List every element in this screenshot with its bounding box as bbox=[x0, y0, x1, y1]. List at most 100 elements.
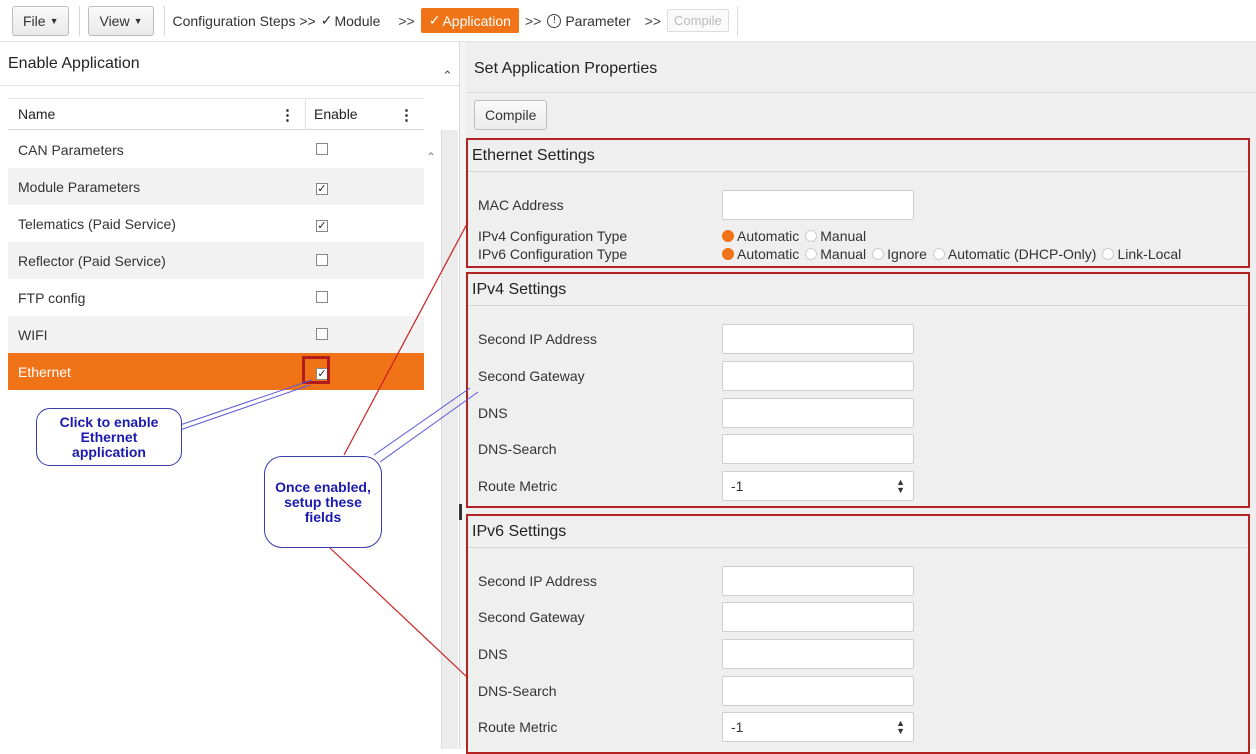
callout-text: fields bbox=[304, 508, 342, 525]
toolbar-divider bbox=[736, 5, 738, 36]
field-label: Second IP Address bbox=[478, 331, 597, 347]
row-name: CAN Parameters bbox=[18, 141, 124, 158]
row-name: Ethernet bbox=[18, 363, 71, 380]
collapse-icon[interactable]: ⌃ bbox=[442, 68, 453, 84]
radio-selected-icon bbox=[722, 248, 734, 260]
grid-body: CAN Parameters Module Parameters ✓ Telem… bbox=[8, 131, 424, 390]
toolbar-divider bbox=[79, 5, 81, 36]
field-label: DNS-Search bbox=[478, 683, 557, 699]
table-row-selected[interactable]: Ethernet ✓ bbox=[8, 353, 424, 390]
dns-input[interactable] bbox=[722, 639, 914, 669]
enable-checkbox[interactable] bbox=[316, 142, 328, 155]
enable-checkbox[interactable] bbox=[316, 253, 328, 266]
radio-option[interactable]: Automatic bbox=[722, 246, 799, 262]
table-row[interactable]: FTP config bbox=[8, 279, 424, 316]
divider bbox=[466, 92, 1256, 93]
form-row: Second IP Address bbox=[478, 566, 914, 596]
table-row[interactable]: Reflector (Paid Service) bbox=[8, 242, 424, 279]
toolbar: File ▼ View ▼ Configuration Steps >> ✓ M… bbox=[0, 0, 1256, 42]
scroll-up-icon[interactable]: ⌃ bbox=[426, 150, 436, 164]
form-row: Route Metric -1 ▲ ▼ bbox=[478, 712, 914, 742]
field-label: Route Metric bbox=[478, 478, 558, 494]
callout-text: Ethernet bbox=[80, 428, 138, 445]
column-header-label: Name bbox=[18, 106, 56, 122]
radio-option[interactable]: Manual bbox=[805, 228, 866, 244]
column-menu-icon[interactable]: ⋮ bbox=[399, 106, 414, 124]
splitter-grip[interactable] bbox=[459, 504, 462, 520]
mac-address-input[interactable] bbox=[722, 190, 914, 220]
step-application[interactable]: ✓ Application bbox=[420, 8, 519, 33]
radio-label: Automatic bbox=[737, 228, 800, 244]
table-row[interactable]: CAN Parameters bbox=[8, 131, 424, 168]
field-label: IPv6 Configuration Type bbox=[478, 246, 628, 262]
stepper-value: -1 bbox=[731, 478, 744, 494]
step-compile: Compile bbox=[667, 9, 729, 32]
radio-label: Manual bbox=[820, 228, 867, 244]
configuration-steps: Configuration Steps >> ✓ Module >> ✓ App… bbox=[173, 5, 746, 36]
route-metric-stepper[interactable]: -1 ▲ ▼ bbox=[722, 471, 914, 501]
field-label: DNS bbox=[478, 405, 508, 421]
callout-text: Click to enable bbox=[59, 413, 159, 430]
column-header-name[interactable]: Name ⋮ bbox=[8, 99, 306, 129]
second-ip-input[interactable] bbox=[722, 566, 914, 596]
table-row[interactable]: WIFI bbox=[8, 316, 424, 353]
radio-option[interactable]: Automatic (DHCP-Only) bbox=[932, 246, 1096, 262]
radio-icon bbox=[932, 248, 945, 260]
dns-input[interactable] bbox=[722, 398, 914, 428]
column-menu-icon[interactable]: ⋮ bbox=[280, 106, 295, 124]
second-ip-input[interactable] bbox=[722, 324, 914, 354]
second-gateway-input[interactable] bbox=[722, 602, 914, 632]
enable-checkbox[interactable]: ✓ bbox=[316, 219, 328, 232]
form-row: Second Gateway bbox=[478, 602, 914, 632]
warning-icon: ! bbox=[547, 13, 562, 28]
step-module[interactable]: ✓ Module bbox=[321, 12, 381, 29]
checkmark-icon: ✓ bbox=[320, 12, 333, 28]
form-row: DNS bbox=[478, 639, 914, 669]
file-menu-button[interactable]: File ▼ bbox=[12, 5, 70, 36]
row-name: Telematics (Paid Service) bbox=[18, 215, 176, 232]
caret-down-icon: ▼ bbox=[133, 15, 143, 26]
step-separator: >> bbox=[524, 12, 542, 29]
stepper-arrows-icon[interactable]: ▲ ▼ bbox=[896, 478, 905, 495]
radio-option[interactable]: Ignore bbox=[872, 246, 927, 262]
dns-search-input[interactable] bbox=[722, 434, 914, 464]
table-row[interactable]: Telematics (Paid Service) ✓ bbox=[8, 205, 424, 242]
callout-text: application bbox=[72, 443, 146, 460]
dns-search-input[interactable] bbox=[722, 676, 914, 706]
ipv6-settings-section: IPv6 Settings Second IP Address Second G… bbox=[466, 514, 1250, 754]
vertical-scrollbar[interactable] bbox=[441, 130, 458, 749]
enable-checkbox[interactable]: ✓ bbox=[316, 182, 328, 195]
step-parameter[interactable]: ! Parameter bbox=[547, 12, 631, 29]
radio-option[interactable]: Manual bbox=[805, 246, 866, 262]
radio-option[interactable]: Link-Local bbox=[1102, 246, 1181, 262]
field-label: Second Gateway bbox=[478, 609, 585, 625]
panel-title: Set Application Properties bbox=[474, 60, 658, 77]
step-parameter-label: Parameter bbox=[565, 12, 631, 29]
radio-label: Link-Local bbox=[1117, 246, 1182, 262]
table-row[interactable]: Module Parameters ✓ bbox=[8, 168, 424, 205]
enable-application-panel: Enable Application ⌃ Name ⋮ Enable ⋮ CAN… bbox=[0, 42, 460, 749]
radio-icon bbox=[805, 248, 818, 260]
route-metric-stepper[interactable]: -1 ▲ ▼ bbox=[722, 712, 914, 742]
enable-checkbox[interactable] bbox=[316, 327, 328, 340]
second-gateway-input[interactable] bbox=[722, 361, 914, 391]
section-title: IPv4 Settings bbox=[468, 274, 1248, 306]
form-row: DNS bbox=[478, 398, 914, 428]
radio-icon bbox=[1102, 248, 1115, 260]
toolbar-divider bbox=[163, 5, 165, 36]
application-grid: Name ⋮ Enable ⋮ CAN Parameters Module Pa… bbox=[8, 98, 424, 390]
callout-text: Once enabled, bbox=[275, 478, 371, 495]
radio-icon bbox=[872, 248, 885, 260]
field-label: DNS bbox=[478, 646, 508, 662]
row-name: FTP config bbox=[18, 289, 86, 306]
compile-button[interactable]: Compile bbox=[474, 100, 548, 130]
application-properties-panel: Set Application Properties Compile Ether… bbox=[466, 42, 1256, 754]
enable-checkbox[interactable] bbox=[316, 290, 328, 303]
step-application-label: Application bbox=[442, 12, 511, 29]
stepper-arrows-icon[interactable]: ▲ ▼ bbox=[896, 719, 905, 736]
field-label: DNS-Search bbox=[478, 441, 557, 457]
column-header-enable[interactable]: Enable ⋮ bbox=[306, 99, 424, 129]
radio-option[interactable]: Automatic bbox=[722, 228, 799, 244]
ethernet-settings-section: Ethernet Settings MAC Address IPv4 Confi… bbox=[466, 138, 1250, 268]
view-menu-button[interactable]: View ▼ bbox=[88, 5, 154, 36]
